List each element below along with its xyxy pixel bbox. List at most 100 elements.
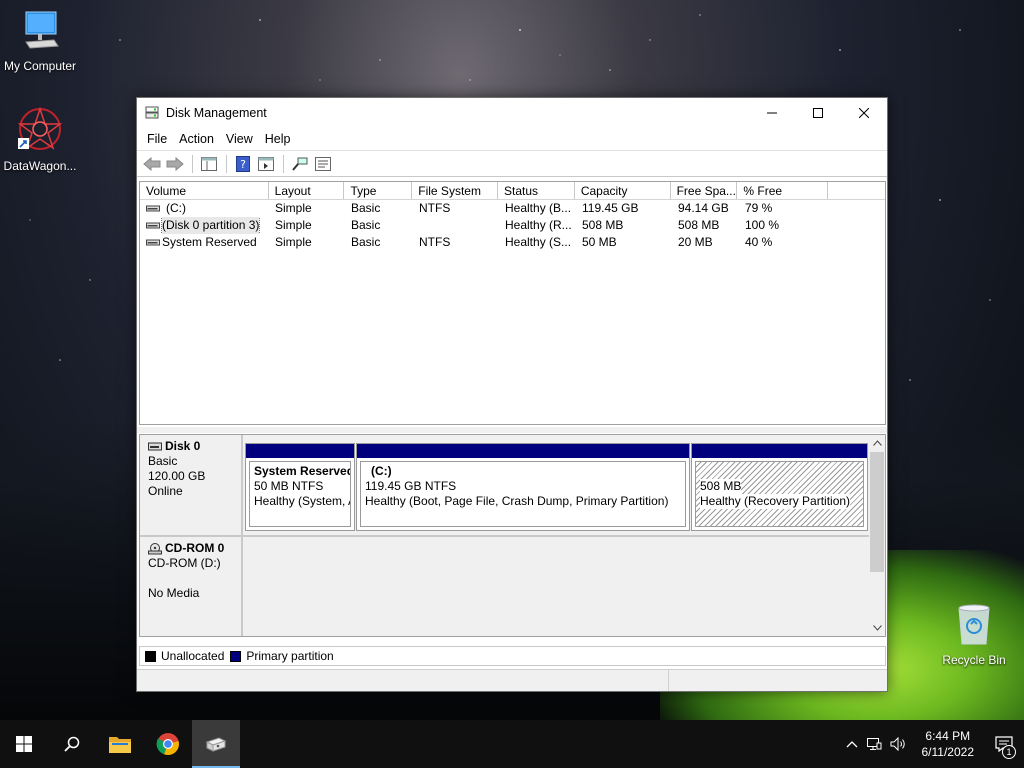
column-header-file-system[interactable]: File System xyxy=(412,182,499,199)
recycle-bin-icon xyxy=(934,602,1014,649)
column-header-empty xyxy=(828,182,885,199)
partition-details: System Reserved 50 MB NTFS Healthy (Syst… xyxy=(249,461,351,527)
disk-0-label[interactable]: Disk 0 Basic 120.00 GB Online xyxy=(140,435,243,535)
partition-title: System Reserved xyxy=(254,464,351,478)
desktop-icon-datawagon[interactable]: DataWagon... xyxy=(0,106,80,173)
file-system-cell: NTFS xyxy=(419,201,451,215)
column-header-layout[interactable]: Layout xyxy=(269,182,345,199)
desktop-icon-recycle-bin[interactable]: Recycle Bin xyxy=(934,602,1014,667)
start-icon xyxy=(16,736,32,752)
clock[interactable]: 6:44 PM 6/11/2022 xyxy=(912,728,985,760)
action-center-button[interactable]: 1 xyxy=(984,720,1024,768)
capacity-cell: 50 MB xyxy=(582,235,617,249)
partition-recovery[interactable]: 508 MB Healthy (Recovery Partition) xyxy=(691,443,868,531)
window-title: Disk Management xyxy=(166,106,267,120)
volume-drive-icon xyxy=(146,222,160,228)
network-icon xyxy=(866,738,881,750)
toolbar-separator xyxy=(192,154,193,173)
partition-details: (C:) 119.45 GB NTFS Healthy (Boot, Page … xyxy=(360,461,686,527)
column-header-volume[interactable]: Volume xyxy=(140,182,269,199)
help-button[interactable]: ? xyxy=(232,154,254,174)
properties-button[interactable] xyxy=(312,154,334,174)
scroll-down-arrow[interactable] xyxy=(869,620,885,636)
hard-disk-icon xyxy=(148,442,162,450)
status-bar-cell xyxy=(137,670,669,691)
partition-system-reserved[interactable]: System Reserved 50 MB NTFS Healthy (Syst… xyxy=(245,443,355,531)
disk-management-taskbar-button[interactable] xyxy=(192,720,240,768)
volume-drive-icon xyxy=(146,205,160,211)
menu-view[interactable]: View xyxy=(220,130,259,148)
show-hide-console-tree-button[interactable] xyxy=(198,154,220,174)
column-header-percent-free[interactable]: % Free xyxy=(737,182,829,199)
legend-label: Primary partition xyxy=(246,649,334,663)
disk-management-window: Disk Management File Action View Help ? … xyxy=(136,97,888,692)
primary-partition-bar xyxy=(357,444,689,458)
start-button[interactable] xyxy=(0,720,48,768)
show-hidden-icons-button[interactable] xyxy=(842,720,862,768)
file-explorer-button[interactable] xyxy=(96,720,144,768)
search-icon xyxy=(64,736,80,752)
partition-details-selected: 508 MB Healthy (Recovery Partition) xyxy=(695,461,864,527)
status-cell: Healthy (B... xyxy=(505,201,572,215)
menu-file[interactable]: File xyxy=(141,130,173,148)
disk-name: Disk 0 xyxy=(165,439,201,453)
network-button[interactable] xyxy=(862,720,886,768)
column-header-free-space[interactable]: Free Spa... xyxy=(671,182,738,199)
partition-c-drive[interactable]: (C:) 119.45 GB NTFS Healthy (Boot, Page … xyxy=(356,443,690,531)
desktop-icon-my-computer[interactable]: My Computer xyxy=(0,10,80,73)
back-arrow-icon xyxy=(143,156,161,171)
menu-help[interactable]: Help xyxy=(259,130,297,148)
free-space-cell: 94.14 GB xyxy=(678,201,729,215)
chrome-button[interactable] xyxy=(144,720,192,768)
partition-title: (C:) xyxy=(371,464,392,478)
desktop-icon-label: Recycle Bin xyxy=(942,653,1006,667)
vertical-scrollbar[interactable] xyxy=(869,435,885,636)
primary-partition-bar xyxy=(246,444,354,458)
help-icon: ? xyxy=(236,155,250,172)
percent-free-cell: 40 % xyxy=(745,235,773,249)
title-bar[interactable]: Disk Management xyxy=(137,98,887,128)
forward-button[interactable] xyxy=(164,154,186,174)
file-system-cell xyxy=(413,217,499,234)
disk-size xyxy=(148,571,233,586)
volume-row[interactable]: System Reserved Simple Basic NTFS Health… xyxy=(140,234,885,251)
volume-drive-icon xyxy=(146,239,160,245)
free-space-cell: 508 MB xyxy=(678,218,720,232)
volume-button[interactable] xyxy=(886,720,912,768)
partition-title xyxy=(700,464,859,479)
menu-action[interactable]: Action xyxy=(173,130,220,148)
disk-management-icon xyxy=(205,737,227,752)
maximize-button[interactable] xyxy=(795,98,841,128)
export-button[interactable] xyxy=(255,154,277,174)
capacity-cell: 508 MB xyxy=(582,218,624,232)
volume-row[interactable]: (C:) Simple Basic NTFS Healthy (B... 119… xyxy=(140,200,885,217)
export-icon xyxy=(258,156,274,171)
chevron-up-icon xyxy=(846,741,857,748)
file-explorer-icon xyxy=(109,737,131,753)
column-header-capacity[interactable]: Capacity xyxy=(575,182,671,199)
partition-size: 119.45 GB NTFS xyxy=(365,479,457,493)
status-cell: Healthy (R... xyxy=(505,218,572,232)
disk-type: CD-ROM (D:) xyxy=(148,556,221,570)
properties-icon xyxy=(315,156,331,171)
back-button[interactable] xyxy=(141,154,163,174)
search-button[interactable] xyxy=(48,720,96,768)
pane-splitter[interactable] xyxy=(137,427,887,433)
connect-button[interactable] xyxy=(289,154,311,174)
scrollbar-thumb[interactable] xyxy=(870,452,884,572)
volume-cell: (Disk 0 partition 3) xyxy=(140,217,269,234)
minimize-button[interactable] xyxy=(749,98,795,128)
desktop-icon-label: My Computer xyxy=(3,59,77,73)
toolbar-separator xyxy=(283,154,284,173)
column-header-status[interactable]: Status xyxy=(498,182,575,199)
disk-management-app-icon xyxy=(145,105,159,122)
scroll-up-arrow[interactable] xyxy=(869,435,885,451)
close-button[interactable] xyxy=(841,98,887,128)
chrome-icon xyxy=(156,733,179,756)
chevron-up-icon xyxy=(872,440,882,446)
cdrom-0-label[interactable]: CD-ROM 0 CD-ROM (D:) No Media xyxy=(140,537,243,636)
partition-status: Healthy (System, A xyxy=(254,494,351,508)
volume-row[interactable]: (Disk 0 partition 3) Simple Basic Health… xyxy=(140,217,885,234)
column-header-type[interactable]: Type xyxy=(344,182,413,199)
type-cell: Basic xyxy=(351,235,381,249)
